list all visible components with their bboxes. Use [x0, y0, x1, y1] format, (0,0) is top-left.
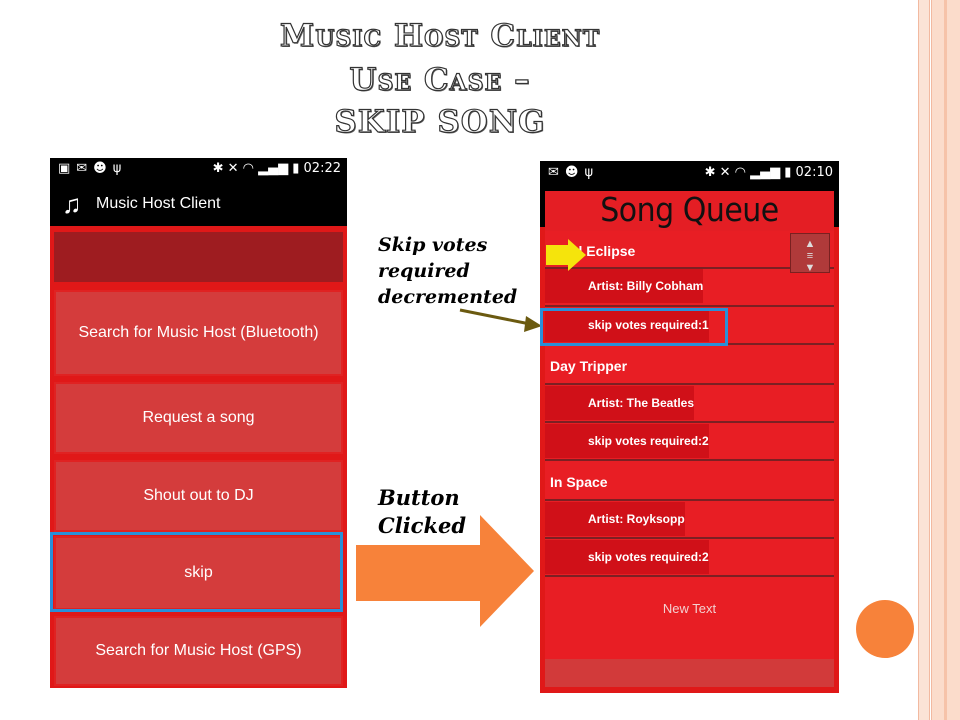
search-gps-button[interactable]: Search for Music Host (GPS) [54, 616, 343, 686]
empty-panel [54, 232, 343, 282]
divider [545, 459, 834, 461]
song-title[interactable]: Day Tripper [550, 358, 627, 374]
status-time: 02:10 [795, 165, 833, 180]
song-artist: Artist: The Beatles [545, 386, 695, 420]
pointer-arrow-icon [459, 308, 542, 332]
arrow-right-icon [546, 239, 586, 271]
status-bar: ▣✉☻ψ ✱ ✕ ◠ ▂▄▆ ▮ 02:22 [50, 158, 347, 182]
song-title[interactable]: In Space [550, 474, 608, 490]
slide-title-line2: Use Case – [349, 61, 531, 98]
skip-highlight-box [50, 532, 343, 612]
divider [545, 499, 834, 501]
song-artist: Artist: Billy Cobham [545, 269, 704, 303]
request-song-button[interactable]: Request a song [54, 382, 343, 454]
divider [545, 537, 834, 539]
divider [545, 421, 834, 423]
divider [545, 383, 834, 385]
phone-screen-queue: ✉☻ψ ✱ ✕ ◠ ▂▄▆ ▮ 02:10 Song Queue Total E… [540, 161, 839, 693]
status-icons: ✱ ✕ ◠ ▂▄▆ ▮ 02:22 [212, 161, 341, 176]
annotation-line: required [378, 260, 470, 282]
annotation-line: Button [378, 485, 460, 510]
arrow-right-icon [356, 515, 534, 627]
song-skip-votes: skip votes required:2 [545, 424, 709, 458]
slide-title-line3: SKIP SONG [334, 103, 546, 140]
notification-icons: ▣✉☻ψ [58, 161, 128, 176]
scroll-handle-icon[interactable]: ▲ ≡ ▼ [790, 233, 830, 274]
skip-votes-annotation: Skip votes required decremented [378, 232, 517, 310]
decorative-stripe [944, 0, 947, 720]
song-skip-votes: skip votes required:2 [545, 540, 709, 574]
status-time: 02:22 [303, 161, 341, 176]
divider [545, 575, 834, 577]
action-bar: ♫ Music Host Client [50, 182, 347, 226]
song-artist: Artist: Royksopp [545, 502, 685, 536]
queue-header: Song Queue [545, 191, 834, 231]
new-text-label: New Text [662, 601, 717, 616]
divider [545, 305, 834, 307]
bottom-panel [545, 659, 834, 687]
slide-title-line1: Music Host Client [279, 17, 601, 54]
music-note-icon: ♫ [62, 189, 82, 219]
search-bluetooth-button[interactable]: Search for Music Host (Bluetooth) [54, 290, 343, 376]
queue-title: Song Queue [600, 191, 779, 230]
status-icons: ✱ ✕ ◠ ▂▄▆ ▮ 02:10 [704, 165, 833, 180]
shout-out-button[interactable]: Shout out to DJ [54, 460, 343, 532]
decorative-stripe [918, 0, 930, 720]
notification-icons: ✉☻ψ [548, 165, 600, 180]
annotation-line: Skip votes [378, 234, 488, 256]
status-bar: ✉☻ψ ✱ ✕ ◠ ▂▄▆ ▮ 02:10 [540, 161, 839, 187]
decorative-circle [856, 600, 914, 658]
app-title: Music Host Client [96, 195, 221, 212]
skip-votes-highlight-box [540, 308, 728, 346]
